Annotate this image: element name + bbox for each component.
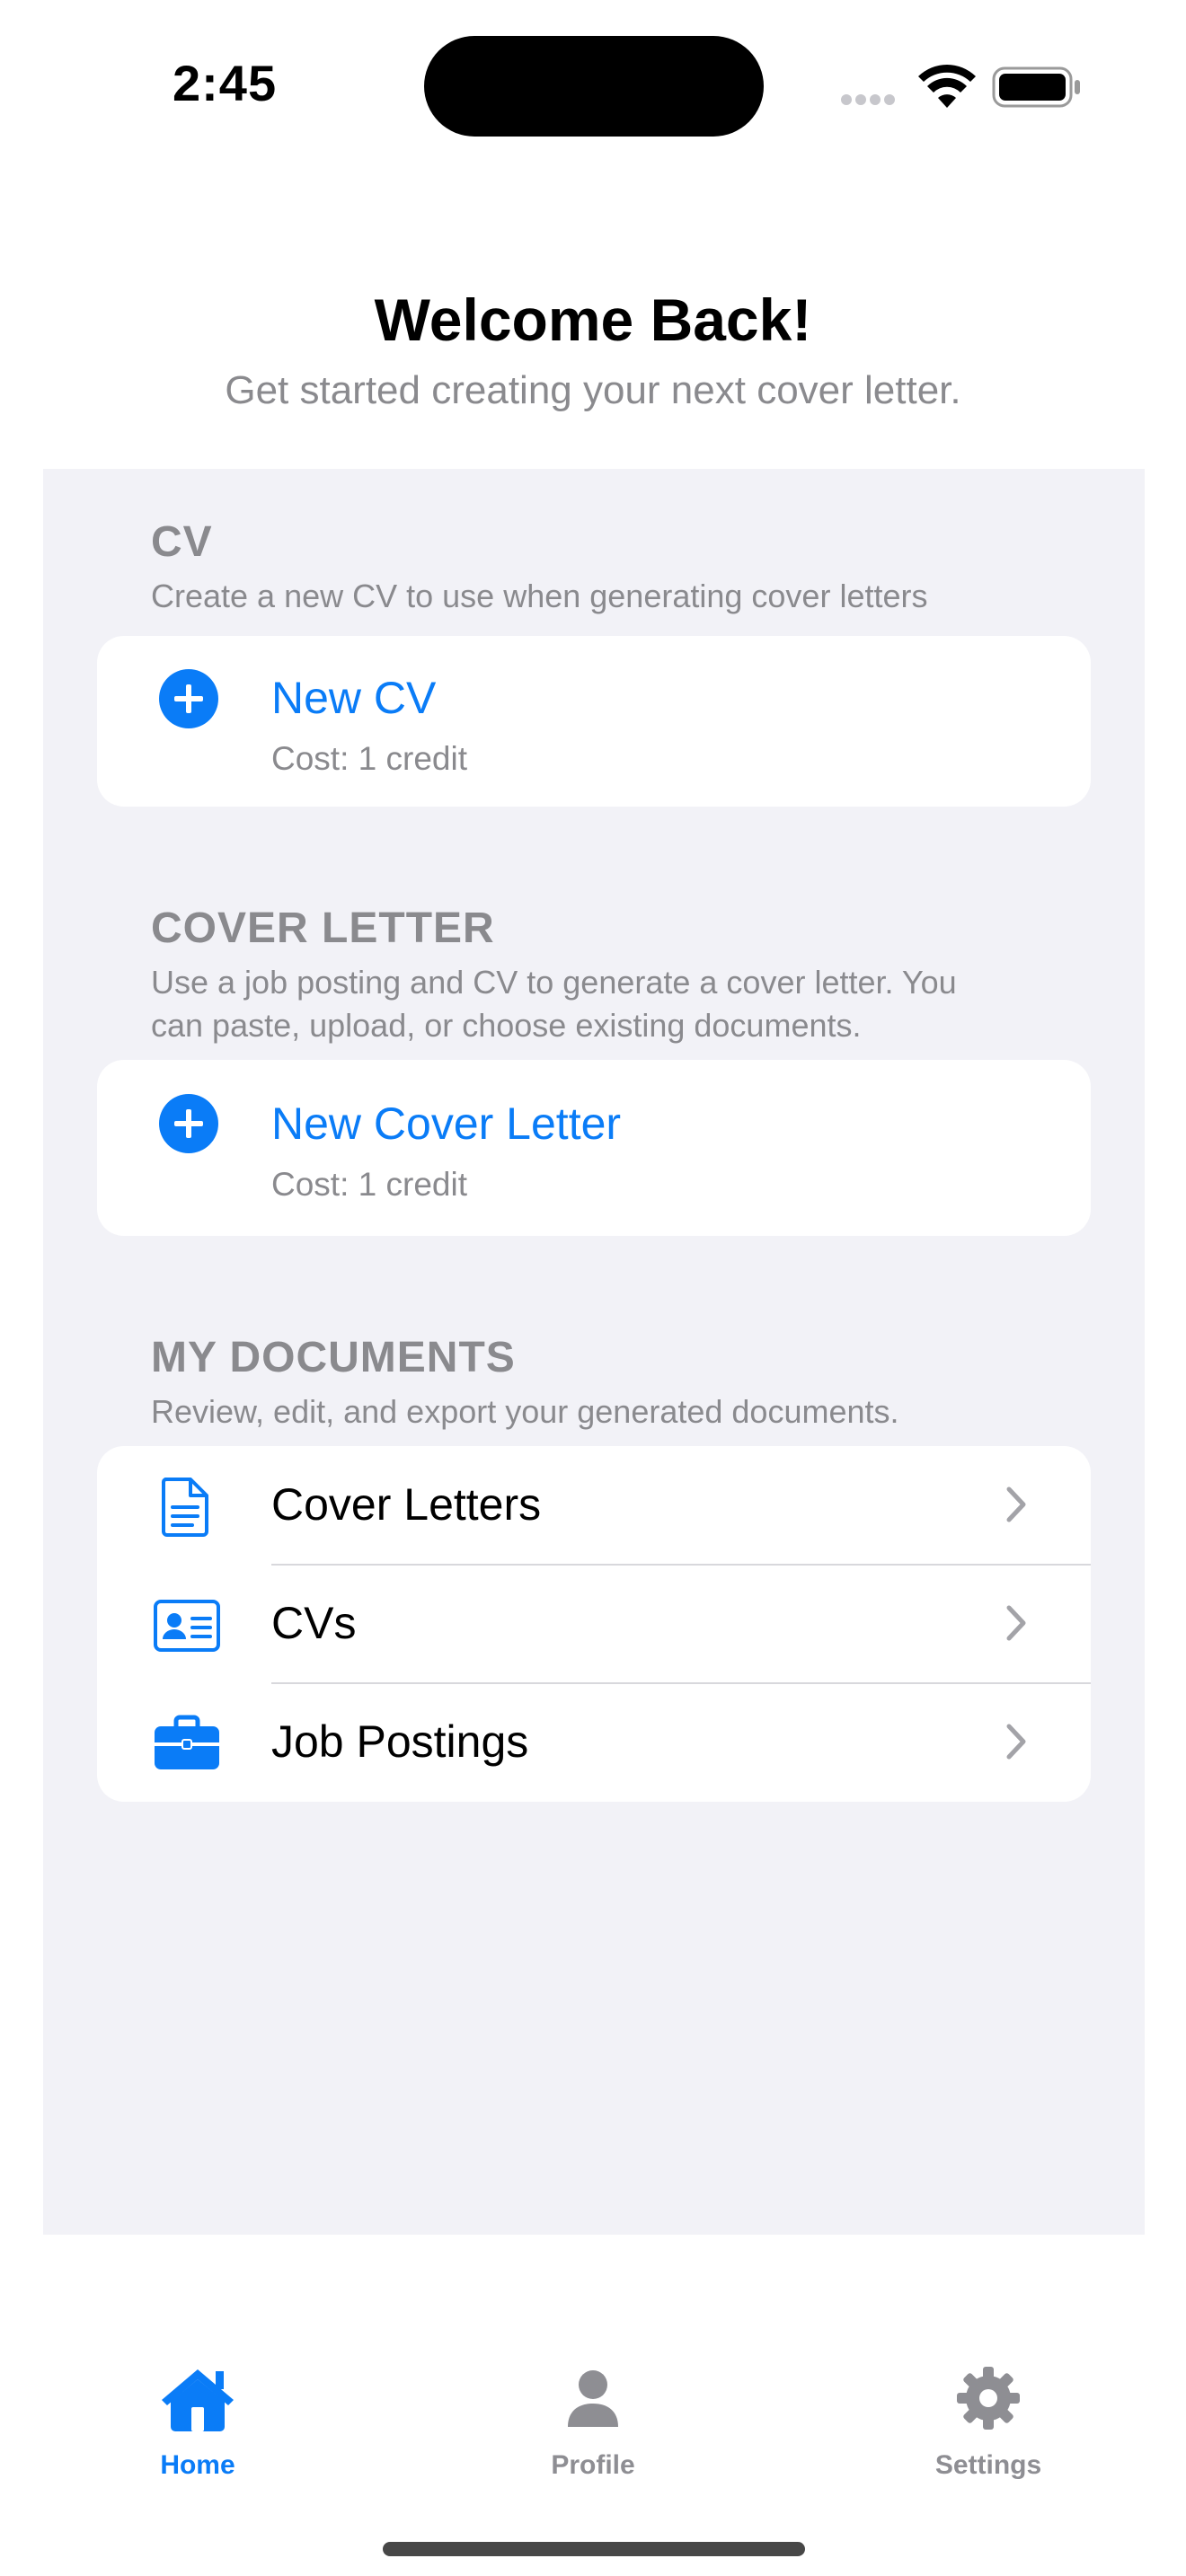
id-card-icon — [154, 1600, 220, 1652]
new-cover-letter-title: New Cover Letter — [271, 1098, 622, 1149]
plus-circle-icon — [159, 1094, 218, 1153]
documents-row-job-postings[interactable]: Job Postings — [97, 1683, 1091, 1802]
home-indicator[interactable] — [383, 2542, 805, 2556]
cellular-signal-icon — [841, 93, 902, 106]
briefcase-icon — [155, 1715, 219, 1769]
new-cv-title: New CV — [271, 673, 437, 723]
new-cv-button[interactable]: New CV Cost: 1 credit — [97, 636, 1091, 807]
page-subtitle: Get started creating your next cover let… — [225, 368, 961, 412]
new-cover-letter-button[interactable]: New Cover Letter Cost: 1 credit — [97, 1060, 1091, 1236]
dynamic-island — [424, 36, 764, 137]
section-header-my-documents: MY DOCUMENTS — [151, 1334, 516, 1381]
chevron-right-icon — [1006, 1486, 1026, 1522]
new-cover-letter-cost: Cost: 1 credit — [271, 1166, 467, 1203]
section-header-cv: CV — [151, 518, 213, 566]
chevron-right-icon — [1006, 1724, 1026, 1760]
documents-row-label: Cover Letters — [271, 1479, 542, 1530]
tab-label-home: Home — [160, 2450, 235, 2480]
section-description-my-documents: Review, edit, and export your generated … — [151, 1393, 899, 1430]
documents-row-label: Job Postings — [271, 1716, 529, 1767]
house-icon — [162, 2369, 234, 2431]
documents-row-cover-letters[interactable]: Cover Letters — [97, 1446, 1091, 1565]
tab-label-profile: Profile — [551, 2450, 635, 2480]
section-header-cover-letter: COVER LETTER — [151, 904, 495, 952]
wifi-icon — [918, 65, 976, 108]
tab-label-settings: Settings — [934, 2450, 1042, 2480]
documents-row-cvs[interactable]: CVs — [97, 1565, 1091, 1683]
page-title: Welcome Back! — [374, 287, 812, 353]
gear-icon — [957, 2367, 1020, 2430]
status-time: 2:45 — [173, 55, 278, 111]
section-description-line-1: Use a job posting and CV to generate a c… — [151, 964, 957, 1001]
document-icon — [161, 1478, 208, 1537]
battery-icon — [992, 66, 1080, 108]
section-description-line-2: can paste, upload, or choose existing do… — [151, 1007, 862, 1044]
section-description-cv: Create a new CV to use when generating c… — [151, 578, 928, 614]
new-cv-cost: Cost: 1 credit — [271, 740, 467, 777]
documents-row-label: CVs — [271, 1598, 357, 1648]
chevron-right-icon — [1006, 1605, 1026, 1641]
plus-circle-icon — [159, 669, 218, 728]
person-icon — [568, 2370, 618, 2427]
section-description-cover-letter: Use a job posting and CV to generate a c… — [151, 961, 1031, 1047]
